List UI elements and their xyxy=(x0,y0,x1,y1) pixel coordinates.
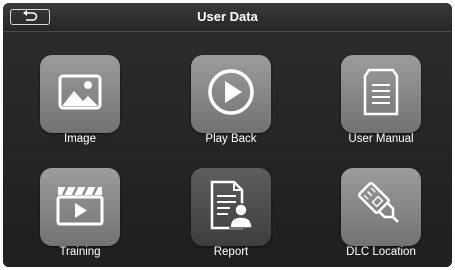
image-tile[interactable]: Image xyxy=(20,41,140,146)
training-icon-box xyxy=(40,168,120,246)
menu-grid: Image Play Back User Manual Training Rep… xyxy=(3,32,452,267)
dlc-location-icon-box xyxy=(341,168,421,246)
title-bar: User Data xyxy=(3,3,452,32)
document-icon xyxy=(361,68,401,121)
image-label: Image xyxy=(64,133,96,145)
dlc-location-label: DLC Location xyxy=(346,246,416,258)
image-icon-box xyxy=(40,55,120,133)
app-screen: User Data Image Play Back User Manual Tr… xyxy=(3,3,452,267)
user-manual-icon-box xyxy=(341,55,421,133)
connector-icon xyxy=(356,180,406,235)
page-title: User Data xyxy=(197,9,258,24)
training-label: Training xyxy=(59,246,101,258)
report-label: Report xyxy=(213,246,249,258)
play-back-tile[interactable]: Play Back xyxy=(171,41,291,146)
dlc-location-tile[interactable]: DLC Location xyxy=(321,154,441,259)
report-tile[interactable]: Report xyxy=(171,154,291,259)
user-manual-label: User Manual xyxy=(348,133,414,145)
play-back-label: Play Back xyxy=(205,133,257,145)
user-manual-tile[interactable]: User Manual xyxy=(321,41,441,146)
play-icon xyxy=(206,67,256,122)
report-icon-box xyxy=(191,168,271,246)
play-back-icon-box xyxy=(191,55,271,133)
report-icon xyxy=(208,180,254,235)
training-tile[interactable]: Training xyxy=(20,154,140,259)
clapperboard-icon xyxy=(55,184,105,231)
image-icon xyxy=(58,74,102,115)
